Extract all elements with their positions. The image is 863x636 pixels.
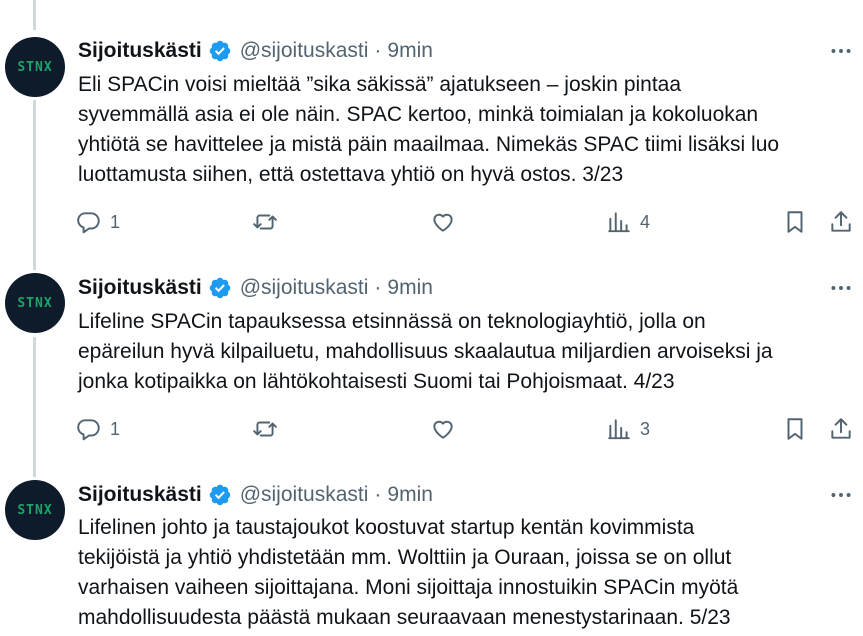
avatar[interactable]: STNX [5, 480, 65, 540]
tweet-header: Sijoituskästi @sijoituskasti · 9min [78, 273, 433, 303]
action-bar: 1 4 [76, 207, 858, 237]
views-icon [608, 419, 630, 440]
retweet-icon [253, 421, 277, 437]
tweet[interactable]: STNX Sijoituskästi @sijoituskasti · 9min… [0, 470, 863, 636]
reply-button[interactable]: 1 [76, 207, 120, 237]
tweet-text: Eli SPACin voisi mieltää ”sika säkissä” … [78, 73, 780, 186]
views-icon [608, 212, 630, 233]
separator-dot: · [374, 39, 382, 62]
bookmark-button[interactable] [782, 414, 808, 444]
action-bar: 1 3 [76, 414, 858, 444]
tweet-header: Sijoituskästi @sijoituskasti · 9min [78, 480, 433, 510]
share-button[interactable] [828, 414, 854, 444]
tweet[interactable]: STNX Sijoituskästi @sijoituskasti · 9min… [0, 0, 863, 250]
timestamp[interactable]: 9min [387, 276, 433, 300]
verified-badge-icon [209, 277, 230, 299]
share-button[interactable] [828, 207, 854, 237]
avatar[interactable]: STNX [5, 37, 65, 97]
more-icon[interactable] [828, 38, 854, 64]
reply-count: 1 [110, 418, 121, 439]
retweet-button[interactable] [252, 414, 278, 444]
like-icon [433, 420, 453, 439]
avatar-text: STNX [17, 502, 53, 518]
like-icon [433, 213, 453, 232]
more-icon[interactable] [828, 482, 854, 508]
tweet[interactable]: STNX Sijoituskästi @sijoituskasti · 9min… [0, 250, 863, 470]
like-button[interactable] [430, 207, 456, 237]
verified-badge-icon [209, 484, 230, 506]
like-button[interactable] [430, 414, 456, 444]
reply-icon [77, 419, 100, 441]
author-handle[interactable]: @sijoituskasti [240, 276, 369, 300]
reply-button[interactable]: 1 [76, 414, 120, 444]
retweet-icon [253, 214, 277, 230]
view-count: 3 [640, 418, 651, 439]
view-count: 4 [640, 211, 651, 232]
author-handle[interactable]: @sijoituskasti [240, 483, 369, 507]
bookmark-icon [787, 418, 803, 440]
share-icon [831, 418, 851, 439]
author-name[interactable]: Sijoituskästi [78, 483, 202, 507]
more-icon[interactable] [828, 275, 854, 301]
reply-icon [77, 212, 100, 234]
bookmark-button[interactable] [782, 207, 808, 237]
tweet-text: Lifelinen johto ja taustajoukot koostuva… [78, 516, 739, 629]
bookmark-icon [787, 211, 803, 233]
separator-dot: · [374, 483, 382, 506]
verified-badge-icon [209, 40, 230, 62]
share-icon [831, 211, 851, 232]
avatar-text: STNX [17, 59, 53, 75]
avatar-text: STNX [17, 295, 53, 311]
tweet-text: Lifeline SPACin tapauksessa etsinnässä o… [78, 310, 773, 393]
tweet-header: Sijoituskästi @sijoituskasti · 9min [78, 36, 433, 66]
retweet-button[interactable] [252, 207, 278, 237]
timestamp[interactable]: 9min [387, 39, 433, 63]
views-button[interactable]: 3 [606, 414, 650, 444]
views-button[interactable]: 4 [606, 207, 650, 237]
reply-count: 1 [110, 211, 121, 232]
author-handle[interactable]: @sijoituskasti [240, 39, 369, 63]
author-name[interactable]: Sijoituskästi [78, 39, 202, 63]
timestamp[interactable]: 9min [387, 483, 433, 507]
avatar[interactable]: STNX [5, 273, 65, 333]
author-name[interactable]: Sijoituskästi [78, 276, 202, 300]
separator-dot: · [374, 276, 382, 299]
